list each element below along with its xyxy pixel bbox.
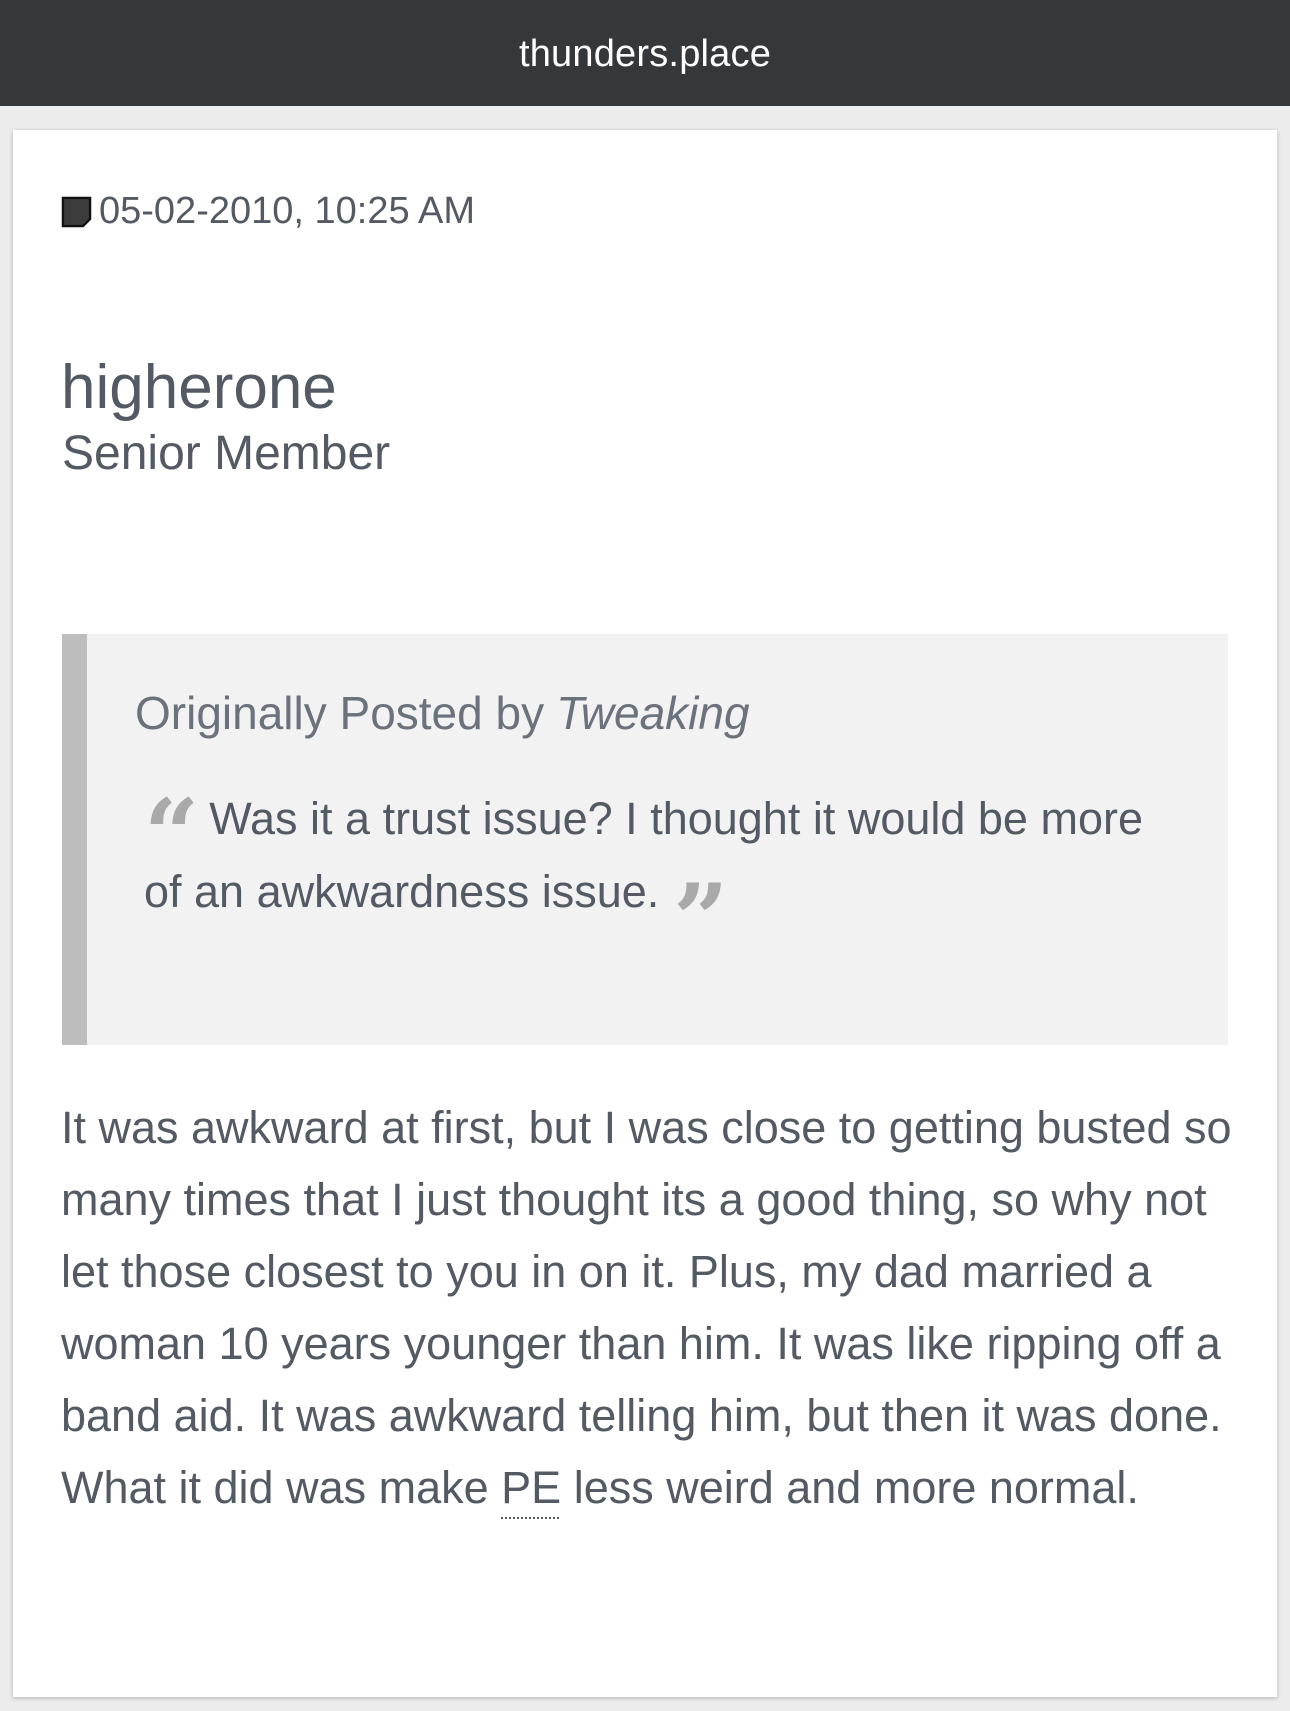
quote-author[interactable]: Tweaking (556, 687, 749, 739)
post-icon (61, 196, 92, 228)
quote-label: Originally Posted by (135, 687, 545, 739)
post-text-part-2: less weird and more normal. (561, 1462, 1139, 1513)
post-body: It was awkward at first, but I was close… (61, 1092, 1241, 1524)
post-card: 05-02-2010, 10:25 AM higherone Senior Me… (13, 130, 1277, 1697)
quote-header: Originally Posted by Tweaking (135, 686, 750, 740)
site-title: thunders.place (518, 32, 772, 75)
post-meta: 05-02-2010, 10:25 AM (61, 190, 475, 233)
user-title: Senior Member (62, 427, 391, 480)
quote-text-container: “Was it a trust issue? I thought it woul… (144, 782, 1154, 968)
quote-text: Was it a trust issue? I thought it would… (144, 793, 1143, 917)
top-bar: thunders.place (0, 0, 1290, 106)
post-date: 05-02-2010, 10:25 AM (99, 190, 476, 232)
quote-block: Originally Posted by Tweaking “Was it a t… (62, 634, 1228, 1045)
post-text-part-1: It was awkward at first, but I was close… (61, 1102, 1232, 1513)
abbreviation-link[interactable]: PE (501, 1462, 561, 1513)
open-quote-icon: “ (144, 778, 200, 891)
close-quote-icon: ” (673, 863, 729, 976)
username-link[interactable]: higherone (61, 352, 337, 423)
